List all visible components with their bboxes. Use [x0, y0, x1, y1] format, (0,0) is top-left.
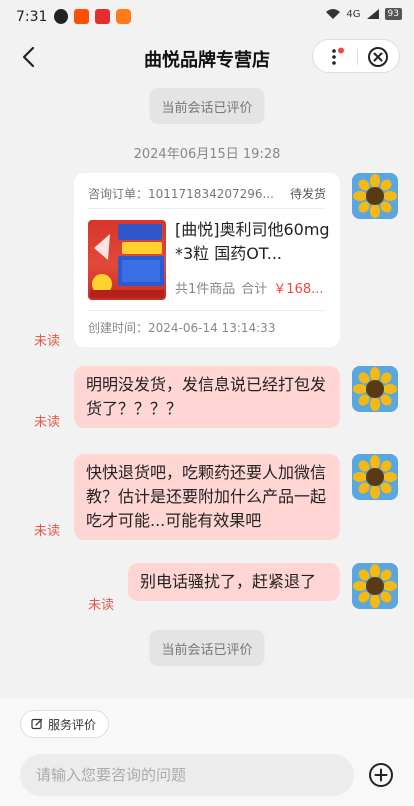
app-notification-icon	[116, 9, 131, 24]
item-count: 共1件商品	[175, 282, 236, 297]
qq-icon	[54, 9, 68, 24]
sunflower-avatar-image	[352, 454, 398, 500]
service-rating-button[interactable]: 服务评价	[20, 710, 110, 738]
unread-label: 未读	[34, 524, 61, 539]
user-avatar[interactable]	[352, 454, 398, 500]
chat-bubble[interactable]: 快快退货吧，吃颗药还要人加微信教？估计是还要附加什么产品一起吃才可能...可能有…	[74, 454, 340, 540]
user-avatar[interactable]	[352, 173, 398, 219]
input-panel: 服务评价	[0, 698, 414, 806]
total-label: 合计	[241, 282, 268, 297]
unread-label: 未读	[34, 415, 61, 430]
more-button[interactable]	[327, 47, 345, 67]
service-rating-label: 服务评价	[48, 717, 97, 732]
user-avatar[interactable]	[352, 366, 398, 412]
system-notice-rated: 当前会话已评价	[149, 88, 265, 124]
chat-bubble[interactable]: 明明没发货，发信息说已经打包发货了？？？？	[74, 366, 340, 428]
sunflower-avatar-image	[352, 173, 398, 219]
total-price: ￥168...	[273, 282, 324, 297]
edit-icon	[31, 718, 43, 730]
unread-label: 未读	[88, 598, 115, 613]
order-card[interactable]: 咨询订单：101171834207296... 待发货 [曲悦]奥利司他60mg…	[74, 173, 340, 347]
notification-icons	[54, 9, 131, 24]
close-button[interactable]	[367, 46, 389, 68]
message-text: 快快退货吧，吃颗药还要人加微信教？估计是还要附加什么产品一起吃才可能...可能有…	[86, 463, 327, 530]
order-status: 待发货	[289, 187, 326, 201]
chat-bubble[interactable]: 别电话骚扰了，赶紧退了	[128, 563, 340, 601]
tmall-icon	[95, 9, 110, 24]
product-thumbnail	[88, 220, 166, 300]
unread-label: 未读	[34, 330, 60, 349]
add-attachment-button[interactable]	[368, 762, 394, 788]
message-input[interactable]	[20, 754, 354, 796]
status-right: 4G 93	[325, 8, 402, 20]
product-name: [曲悦]奥利司他60mg*3粒 国药OT...	[175, 220, 330, 263]
status-bar: 7:31 4G 93	[0, 0, 414, 34]
user-avatar[interactable]	[352, 563, 398, 609]
system-notice-rated: 当前会话已评价	[149, 630, 265, 666]
signal-icon	[366, 9, 379, 19]
battery-icon: 93	[384, 8, 402, 20]
divider	[88, 310, 326, 311]
order-created-time: 创建时间：2024-06-14 13:14:33	[88, 321, 276, 335]
order-header: 咨询订单：101171834207296... 待发货	[88, 185, 326, 202]
plus-circle-icon	[369, 763, 393, 787]
unread-text: 未读	[34, 334, 61, 349]
sunflower-avatar-image	[352, 563, 398, 609]
network-label: 4G	[346, 8, 361, 20]
status-time: 7:31	[16, 9, 48, 25]
wifi-icon	[326, 9, 341, 19]
capsule-divider	[357, 49, 358, 65]
order-summary: 共1件商品 合计 ￥168...	[175, 278, 335, 297]
order-number: 咨询订单：101171834207296...	[88, 187, 274, 201]
divider	[88, 208, 326, 209]
nav-bar: 曲悦品牌专营店	[0, 34, 414, 80]
taobao-icon	[74, 9, 89, 24]
message-timestamp: 2024年06月15日 19:28	[133, 147, 281, 162]
message-text: 别电话骚扰了，赶紧退了	[140, 572, 317, 591]
product-box-image	[90, 224, 164, 298]
message-text: 明明没发货，发信息说已经打包发货了？？？？	[86, 375, 327, 418]
close-circle-icon	[368, 47, 388, 67]
mini-program-capsule	[312, 39, 400, 73]
sunflower-avatar-image	[352, 366, 398, 412]
more-dots-icon	[332, 47, 344, 65]
